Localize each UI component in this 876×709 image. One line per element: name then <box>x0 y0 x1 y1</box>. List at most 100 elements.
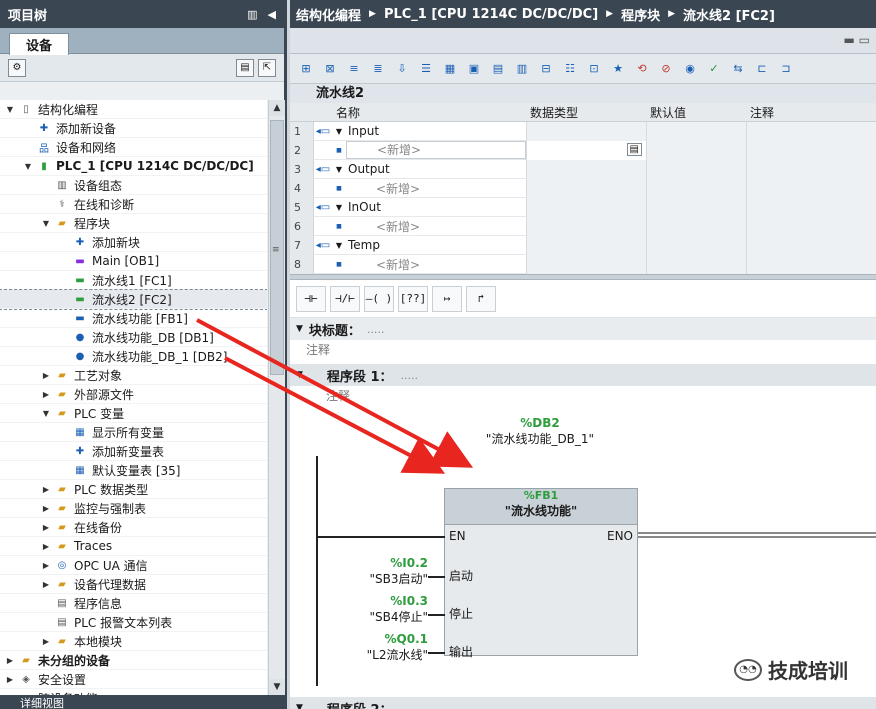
breadcrumb-item[interactable]: 流水线2 [FC2] <box>683 5 775 24</box>
comment-cell[interactable] <box>746 254 876 274</box>
insert-row-icon[interactable]: ≡ <box>344 59 364 79</box>
expand-toggle-icon[interactable]: ▶ <box>4 656 16 665</box>
expand-toggle-icon[interactable]: ▼ <box>22 162 34 171</box>
tab-devices[interactable]: 设备 <box>9 33 69 55</box>
tree-item[interactable]: ▶ ▰ 在线备份 <box>0 518 267 537</box>
tree-item[interactable]: ▬ 流水线功能 [FB1] <box>0 309 267 328</box>
pin-icon[interactable]: ▥ <box>247 8 257 21</box>
interface-row[interactable]: 4 ■ <新增> <box>290 178 876 198</box>
expand-toggle-icon[interactable]: ▶ <box>40 390 52 399</box>
tree-item[interactable]: ▶ ▰ 监控与强制表 <box>0 499 267 518</box>
tree-settings-icon[interactable]: ⚙ <box>8 58 26 77</box>
expand-toggle-icon[interactable]: ▼ <box>40 409 52 418</box>
coil-icon[interactable]: –( ) <box>364 285 394 312</box>
expand-networks-icon[interactable]: ▤ <box>488 59 508 79</box>
go-online-icon[interactable]: ⟲ <box>632 59 652 79</box>
network-collapse-icon[interactable]: ▼ <box>296 703 303 709</box>
expand-toggle-icon[interactable]: ▶ <box>40 523 52 532</box>
tree-item[interactable]: ▶ ▰ Traces <box>0 537 267 556</box>
expand-toggle-icon[interactable]: ▶ <box>40 504 52 513</box>
expand-toggle-icon[interactable]: ▶ <box>40 561 52 570</box>
comment-cell[interactable] <box>746 121 876 141</box>
tree-item[interactable]: ● 流水线功能_DB [DB1] <box>0 328 267 347</box>
section-name[interactable]: Output <box>346 162 526 176</box>
favorites-icon[interactable]: ▦ <box>440 59 460 79</box>
section-name[interactable]: Input <box>346 124 526 138</box>
tree-item[interactable]: ● 流水线功能_DB_1 [DB2] <box>0 347 267 366</box>
breadcrumb-item[interactable]: PLC_1 [CPU 1214C DC/DC/DC] <box>384 7 598 22</box>
absolute-address-icon[interactable]: ☰ <box>416 59 436 79</box>
details-view-header[interactable]: 详细视图 <box>0 695 287 709</box>
default-cell[interactable] <box>646 197 746 217</box>
scroll-up-icon[interactable]: ▲ <box>269 100 285 116</box>
type-cell[interactable] <box>526 121 646 141</box>
tree-item[interactable]: ✚ 添加新块 <box>0 233 267 252</box>
tree-item[interactable]: ▬ 流水线2 [FC2] <box>0 289 267 310</box>
breadcrumb-item[interactable]: 程序块 <box>621 5 660 24</box>
type-cell[interactable] <box>526 235 646 255</box>
add-new-cell[interactable]: <新增> <box>346 141 526 159</box>
window-controls-icon[interactable]: ▬ ▭ <box>844 33 871 47</box>
dropdown-icon[interactable]: ▤ <box>626 142 642 156</box>
tree-item[interactable]: ✚ 添加新变量表 <box>0 442 267 461</box>
tree-item[interactable]: ▬ 流水线1 [FC1] <box>0 271 267 290</box>
tree-item[interactable]: ▶ ▰ 未分组的设备 <box>0 651 267 670</box>
overview-icon[interactable]: ▤ <box>236 58 254 77</box>
input-tag-3[interactable]: %Q0.1 "L2流水线" <box>350 632 428 663</box>
comment-cell[interactable] <box>746 159 876 179</box>
expand-toggle-icon[interactable]: ▶ <box>40 580 52 589</box>
interface-row[interactable]: 2 ■ <新增> ▤ <box>290 140 876 160</box>
input-tag-1[interactable]: %I0.2 "SB3启动" <box>350 556 428 587</box>
tree-item[interactable]: ▶ ▰ 外部源文件 <box>0 385 267 404</box>
tree-item[interactable]: ▼ ▯ 结构化编程 <box>0 100 267 119</box>
expand-toggle-icon[interactable]: ▶ <box>4 675 16 684</box>
interface-row[interactable]: 7 ◂▭ ▼ Temp <box>290 235 876 255</box>
default-cell[interactable] <box>646 159 746 179</box>
monitor-icon[interactable]: ◉ <box>680 59 700 79</box>
section-toggle-icon[interactable]: ▼ <box>332 165 346 174</box>
expand-toggle-icon[interactable]: ▶ <box>40 485 52 494</box>
expand-toggle-icon[interactable]: ▶ <box>40 542 52 551</box>
tree-item[interactable]: ▤ PLC 报警文本列表 <box>0 613 267 632</box>
compile-icon[interactable]: ✓ <box>704 59 724 79</box>
section-toggle-icon[interactable]: ▼ <box>332 241 346 250</box>
type-cell[interactable] <box>526 197 646 217</box>
add-row-icon[interactable]: ≣ <box>368 59 388 79</box>
tree-item[interactable]: ▶ ▰ 设备代理数据 <box>0 575 267 594</box>
type-cell[interactable] <box>526 159 646 179</box>
tree-item[interactable]: ▶ ▰ 本地模块 <box>0 632 267 651</box>
tag-info-icon[interactable]: ☷ <box>560 59 580 79</box>
default-cell[interactable] <box>646 216 746 236</box>
input-tag-2[interactable]: %I0.3 "SB4停止" <box>350 594 428 625</box>
add-new-cell[interactable]: <新增> <box>346 256 526 273</box>
tree-item[interactable]: ▦ 显示所有变量 <box>0 423 267 442</box>
step-right-icon[interactable]: ⊐ <box>776 59 796 79</box>
expand-toggle-icon[interactable]: ▶ <box>40 371 52 380</box>
col-type[interactable]: 数据类型 <box>526 104 646 121</box>
add-new-cell[interactable]: <新增> <box>346 180 526 197</box>
call-structure-icon[interactable]: ⇆ <box>728 59 748 79</box>
comments-icon[interactable]: ▣ <box>464 59 484 79</box>
tree-item[interactable]: ▤ 程序信息 <box>0 594 267 613</box>
tree-item[interactable]: ▶ ◈ 安全设置 <box>0 670 267 689</box>
new-window-icon[interactable]: ⇱ <box>258 58 276 77</box>
default-cell[interactable] <box>646 235 746 255</box>
nc-contact-icon[interactable]: ⊣/⊢ <box>330 285 360 312</box>
comment-cell[interactable] <box>746 197 876 217</box>
tree-item[interactable]: ▥ 设备组态 <box>0 176 267 195</box>
block-interface-icon[interactable]: ⊡ <box>584 59 604 79</box>
fb-call-box[interactable]: %FB1 "流水线功能" EN ENO 启动 停止 输出 <box>444 488 638 659</box>
no-contact-icon[interactable]: ⊣⊢ <box>296 285 326 312</box>
default-cell[interactable] <box>646 140 746 160</box>
close-branch-icon[interactable]: ↱ <box>466 285 496 312</box>
interface-row[interactable]: 1 ◂▭ ▼ Input <box>290 121 876 141</box>
download-icon[interactable]: ⇩ <box>392 59 412 79</box>
collapse-networks-icon[interactable]: ▥ <box>512 59 532 79</box>
breadcrumb-item[interactable]: 结构化编程 <box>296 5 361 24</box>
comment-cell[interactable] <box>746 216 876 236</box>
scroll-down-icon[interactable]: ▼ <box>269 679 285 695</box>
favorites-bar-icon[interactable]: ★ <box>608 59 628 79</box>
default-cell[interactable] <box>646 178 746 198</box>
go-offline-icon[interactable]: ⊘ <box>656 59 676 79</box>
block-title-value[interactable]: ..... <box>367 323 384 336</box>
